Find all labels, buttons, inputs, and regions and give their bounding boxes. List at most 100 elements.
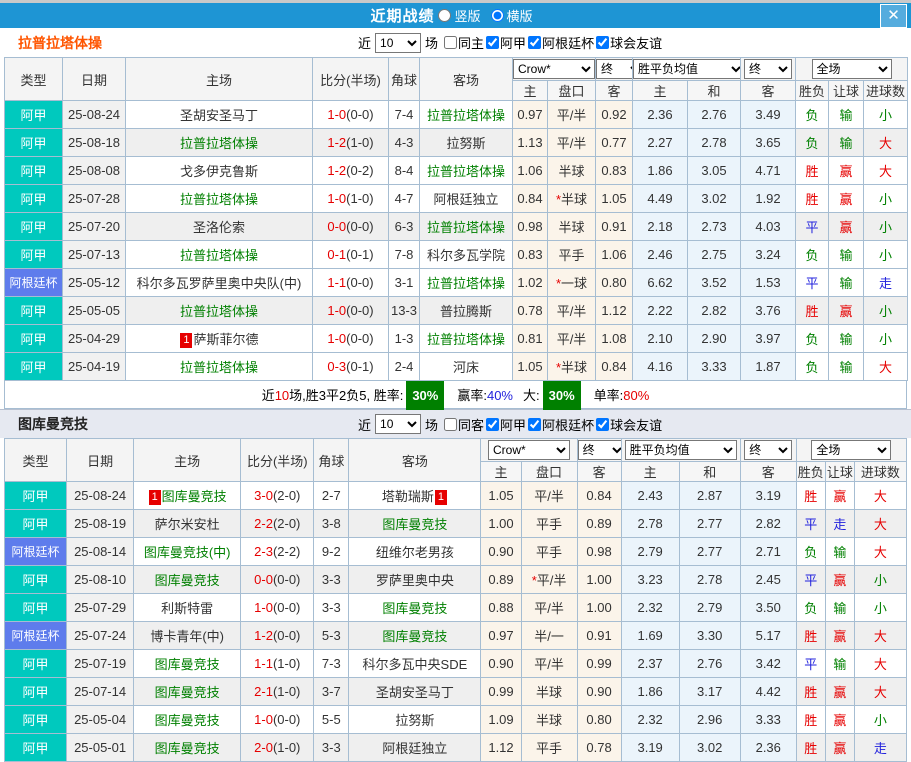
- section2-filter-bar: 近 10 场 同客 阿甲 阿根廷杯 球会友谊: [358, 414, 664, 434]
- avg-away-cell: 5.17: [739, 621, 797, 650]
- col-date: 日期: [62, 57, 126, 101]
- sub-avg-draw: 和: [678, 461, 741, 482]
- result-wdl-cell: 平: [795, 565, 826, 594]
- result-handicap-cell: 赢: [828, 156, 864, 185]
- result-goals-cell: 大: [863, 352, 908, 381]
- avg-select[interactable]: 胜平负均值: [624, 440, 737, 460]
- result-goals-cell: 小: [863, 240, 908, 269]
- handicap-cell: 半球: [547, 156, 596, 185]
- avg-draw-cell: 2.76: [678, 649, 741, 678]
- date-cell: 25-08-19: [66, 509, 135, 538]
- result-handicap-cell: 输: [824, 593, 855, 622]
- odds-away-cell: 0.99: [576, 649, 622, 678]
- result-wdl-cell: 平: [795, 649, 826, 678]
- result-goals-cell: 大: [853, 677, 908, 706]
- score-cell: 2-1(1-0): [240, 677, 315, 706]
- away-team-cell: 普拉腾斯: [419, 296, 513, 325]
- filter-check-球会友谊[interactable]: 球会友谊: [596, 33, 662, 52]
- checkbox-icon[interactable]: [444, 417, 458, 431]
- odds-company-select[interactable]: Crow*: [488, 440, 571, 460]
- odds-final-select[interactable]: 终: [596, 59, 632, 79]
- odds-away-cell: 1.08: [595, 324, 633, 353]
- away-team-cell: 拉普拉塔体操: [419, 324, 513, 353]
- home-team-cell: 图库曼竞技: [133, 733, 242, 762]
- checkbox-icon[interactable]: [596, 417, 610, 431]
- filter-check-阿根廷杯[interactable]: 阿根廷杯: [528, 33, 594, 52]
- odds-company-select[interactable]: Crow*: [513, 59, 595, 79]
- layout-radio-竖版[interactable]: 竖版: [438, 6, 481, 25]
- avg-final-select[interactable]: 终: [744, 440, 793, 460]
- result-goals-cell: 小: [863, 296, 908, 325]
- odds-home-cell: 1.05: [480, 481, 522, 510]
- filter-check-阿甲[interactable]: 阿甲: [486, 415, 526, 434]
- result-handicap-cell: 赢: [828, 184, 864, 213]
- filter-check-同主[interactable]: 同主: [444, 33, 484, 52]
- away-team-cell: 罗萨里奥中央: [348, 565, 482, 594]
- checkbox-icon[interactable]: [596, 36, 610, 49]
- score-cell: 2-3(2-2): [240, 537, 315, 566]
- away-team-cell: 拉普拉塔体操: [419, 212, 513, 241]
- odds-home-cell: 0.78: [512, 296, 548, 325]
- checkbox-icon[interactable]: [486, 417, 500, 431]
- sub-handicap: 盘口: [547, 80, 596, 101]
- league-cell: 阿甲: [3, 649, 68, 678]
- result-goals-cell: 大: [863, 128, 908, 157]
- filter-checkboxes: 同主 阿甲 阿根廷杯 球会友谊: [444, 33, 664, 52]
- result-wdl-cell: 负: [795, 537, 826, 566]
- home-team-cell: 拉普拉塔体操: [125, 240, 313, 269]
- checkbox-icon[interactable]: [444, 36, 458, 49]
- layout-radio-横版[interactable]: 横版: [490, 6, 533, 25]
- avg-final-select[interactable]: 终: [744, 59, 792, 79]
- result-goals-cell: 小: [853, 565, 908, 594]
- date-cell: 25-04-29: [62, 324, 126, 353]
- col-home: 主场: [125, 57, 313, 101]
- avg-away-cell: 4.71: [740, 156, 796, 185]
- filter-check-同客[interactable]: 同客: [444, 415, 484, 434]
- recent-count-select[interactable]: 10: [375, 32, 422, 53]
- avg-select[interactable]: 胜平负均值: [633, 59, 740, 79]
- radio-icon[interactable]: [490, 9, 504, 22]
- recent-count-select[interactable]: 10: [375, 414, 422, 434]
- result-handicap-cell: 赢: [824, 565, 855, 594]
- avg-home-cell: 3.19: [620, 733, 680, 762]
- league-cell: 阿甲: [4, 128, 63, 157]
- score-cell: 2-0(1-0): [240, 733, 315, 762]
- handicap-cell: 半球: [547, 212, 596, 241]
- result-wdl-cell: 负: [795, 593, 826, 622]
- radio-icon[interactable]: [438, 9, 452, 22]
- league-cell: 阿甲: [3, 481, 68, 510]
- avg-away-cell: 3.76: [740, 296, 796, 325]
- odds-final-select[interactable]: 终: [578, 440, 621, 460]
- corners-cell: 2-4: [388, 352, 420, 381]
- fulltime-select[interactable]: 全场: [811, 59, 892, 79]
- score-cell: 3-0(2-0): [240, 481, 315, 510]
- avg-home-cell: 4.49: [632, 184, 688, 213]
- odds-home-cell: 0.84: [512, 184, 548, 213]
- filter-check-阿甲[interactable]: 阿甲: [486, 33, 526, 52]
- fulltime-select[interactable]: 全场: [811, 440, 892, 460]
- table-row: 阿甲 25-08-10 图库曼竞技 0-0(0-0) 3-3 罗萨里奥中央 0.89 *平/半…: [3, 565, 908, 594]
- result-goals-cell: 小: [853, 593, 908, 622]
- away-team-cell: 科尔多瓦中央SDE: [348, 649, 482, 678]
- handicap-cell: 平手: [547, 240, 596, 269]
- radio-label: 竖版: [454, 9, 481, 24]
- odds-home-cell: 1.12: [480, 733, 522, 762]
- checkbox-icon[interactable]: [528, 36, 542, 49]
- section2-table: 类型 日期 主场 比分(半场) 角球 客场 Crow* 终 胜平负均值 终 全场…: [3, 438, 908, 762]
- checkbox-icon[interactable]: [486, 36, 500, 49]
- close-icon[interactable]: ✕: [880, 4, 907, 28]
- filter-check-阿根廷杯[interactable]: 阿根廷杯: [528, 415, 594, 434]
- checkbox-icon[interactable]: [528, 417, 542, 431]
- avg-draw-cell: 2.77: [678, 537, 741, 566]
- result-wdl-cell: 胜: [795, 481, 826, 510]
- date-cell: 25-07-29: [66, 593, 135, 622]
- score-cell: 1-1(1-0): [240, 649, 315, 678]
- result-wdl-cell: 胜: [795, 677, 826, 706]
- sub-avg-draw: 和: [687, 80, 741, 101]
- date-cell: 25-07-13: [62, 240, 126, 269]
- avg-draw-cell: 3.05: [687, 156, 741, 185]
- home-team-cell: 萨尔米安杜: [133, 509, 242, 538]
- filter-check-球会友谊[interactable]: 球会友谊: [596, 415, 662, 434]
- odds-away-cell: 1.00: [576, 565, 622, 594]
- result-handicap-cell: 输: [828, 324, 864, 353]
